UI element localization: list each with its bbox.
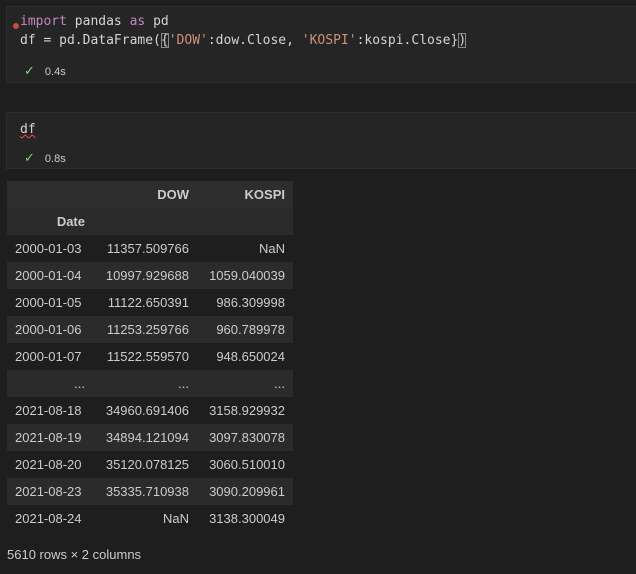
check-icon: ✓ [24, 150, 35, 165]
index-cell: 2021-08-23 [15, 484, 82, 499]
df-code: df [20, 122, 36, 137]
table-row: 2000-01-03 11357.509766 NaN [7, 235, 293, 262]
table-row: 2021-08-19 34894.121094 3097.830078 [7, 424, 293, 451]
dow-cell: 35120.078125 [105, 457, 189, 472]
dow-cell: 11357.509766 [106, 241, 189, 256]
dow-cell: 34960.691406 [105, 403, 189, 418]
index-cell: 2000-01-07 [15, 349, 82, 364]
code-token: 'KOSPI' [301, 33, 357, 48]
dow-cell: 11522.559570 [106, 349, 189, 364]
code-token: pandas [66, 14, 130, 29]
index-name: Date [56, 214, 85, 229]
kospi-cell: 3060.510010 [209, 457, 285, 472]
code-token: as [129, 14, 146, 29]
table-row: 2021-08-23 35335.710938 3090.209961 [7, 478, 293, 505]
code-token: :kospi.Close} [356, 33, 459, 48]
table-row: ......... [7, 370, 293, 397]
table-row: 2021-08-18 34960.691406 3158.929932 [7, 397, 293, 424]
kospi-cell: 3097.830078 [209, 430, 285, 445]
kospi-cell: 960.789978 [216, 322, 285, 337]
column-header-dow: DOW [157, 187, 189, 202]
dow-cell: 11253.259766 [106, 322, 189, 337]
code-line-2[interactable]: df = pd.DataFrame({'DOW':dow.Close, 'KOS… [20, 31, 467, 50]
table-row: 2000-01-06 11253.259766 960.789978 [7, 316, 293, 343]
cell-2-exec-time: 0.8s [44, 153, 66, 165]
code-cell-2[interactable] [6, 112, 636, 169]
table-row: 2000-01-05 11122.650391 986.309998 [7, 289, 293, 316]
cell-1-exec-time: 0.4s [44, 66, 66, 78]
kospi-cell: 986.309998 [216, 295, 285, 310]
code-line-df[interactable]: df [20, 120, 36, 139]
kospi-cell: 3138.300049 [209, 511, 285, 526]
table-row: 2021-08-24 NaN 3138.300049 [7, 505, 293, 532]
kospi-cell: NaN [258, 241, 285, 256]
kospi-cell: 3090.209961 [209, 484, 285, 499]
index-cell: 2021-08-20 [15, 457, 82, 472]
code-token: { [160, 33, 169, 48]
index-cell: 2000-01-03 [15, 241, 82, 256]
index-header-row: Date [7, 208, 293, 235]
kospi-cell: ... [274, 376, 285, 391]
corner-cell [7, 181, 93, 208]
table-row: 2021-08-20 35120.078125 3060.510010 [7, 451, 293, 478]
dow-cell: 11122.650391 [107, 295, 189, 310]
code-token: 'DOW' [168, 33, 208, 48]
table-row: 2000-01-07 11522.559570 948.650024 [7, 343, 293, 370]
dow-cell: NaN [162, 511, 189, 526]
dow-cell: 34894.121094 [105, 430, 189, 445]
code-token: :dow.Close, [207, 33, 302, 48]
table-row: 2000-01-04 10997.929688 1059.040039 [7, 262, 293, 289]
dow-cell: 35335.710938 [105, 484, 189, 499]
dow-cell: 10997.929688 [105, 268, 189, 283]
cell-2-status: ✓ 0.8s [24, 150, 66, 166]
kospi-cell: 3158.929932 [209, 403, 285, 418]
check-icon: ✓ [24, 63, 35, 78]
index-cell: 2021-08-19 [15, 430, 82, 445]
kospi-cell: 948.650024 [216, 349, 285, 364]
column-header-row: DOW KOSPI [7, 181, 293, 208]
dataframe-shape: 5610 rows × 2 columns [7, 547, 142, 562]
dataframe-output: DOW KOSPI Date 2000-01-03 11357.509766 NaN… [7, 181, 293, 532]
column-header-kospi: KOSPI [244, 187, 285, 202]
code-token: df = pd.DataFrame( [20, 33, 161, 48]
code-line-1[interactable]: import pandas as pd [20, 12, 169, 31]
index-cell: 2000-01-04 [15, 268, 82, 283]
index-cell: 2000-01-06 [15, 322, 82, 337]
dow-cell: ... [178, 376, 189, 391]
code-token: import [20, 14, 67, 29]
kospi-cell: 1059.040039 [209, 268, 285, 283]
index-cell: 2021-08-18 [15, 403, 82, 418]
code-token: pd [145, 14, 169, 29]
unsaved-dot-icon [13, 23, 19, 29]
code-token: ) [458, 33, 467, 48]
index-cell: ... [74, 376, 85, 391]
index-cell: 2000-01-05 [15, 295, 82, 310]
cell-1-status: ✓ 0.4s [24, 63, 66, 79]
index-cell: 2021-08-24 [15, 511, 82, 526]
